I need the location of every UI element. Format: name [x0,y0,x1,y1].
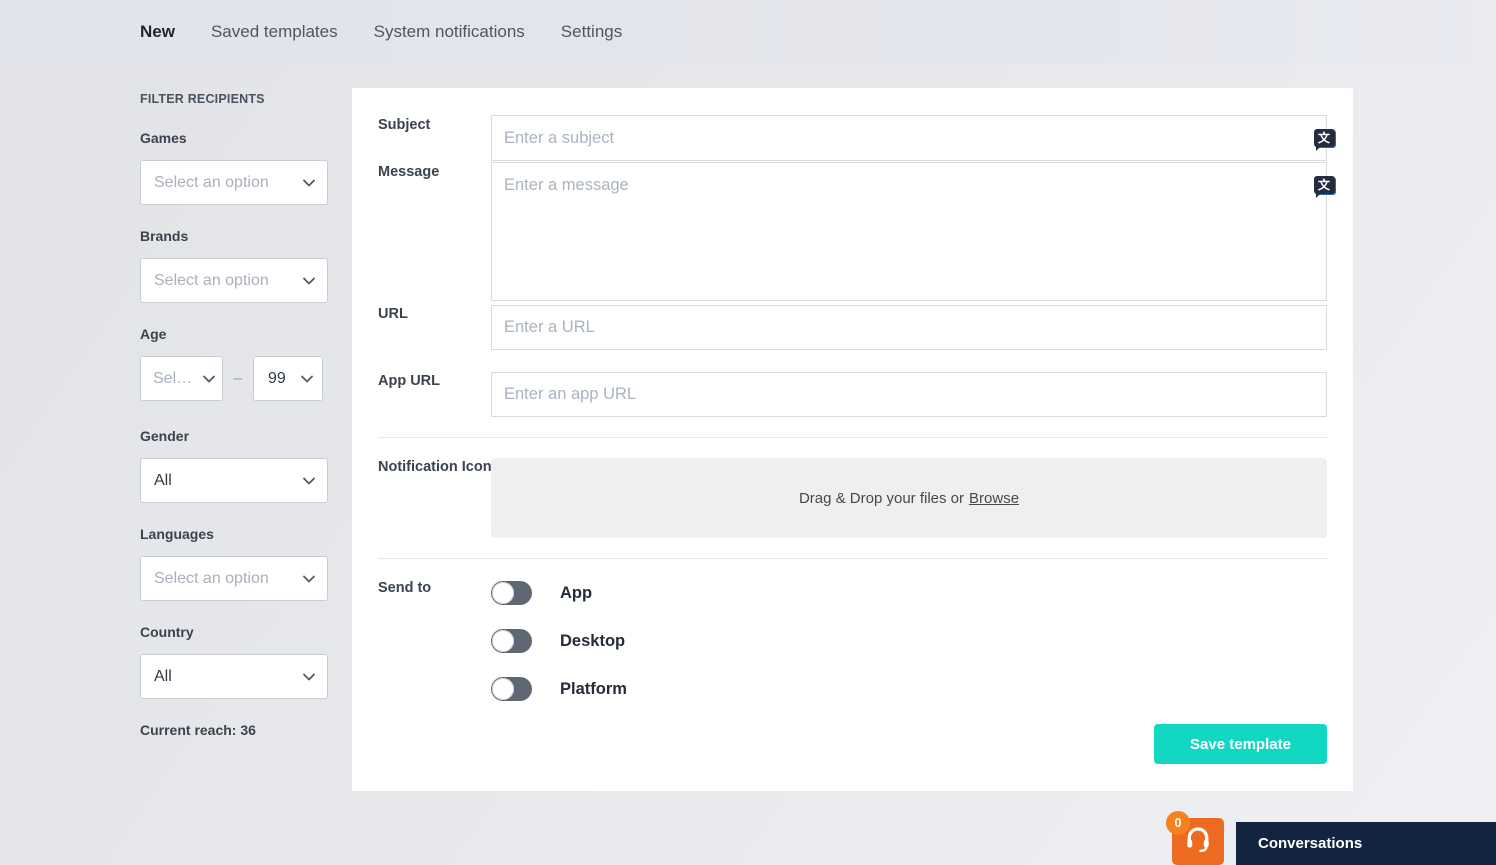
chevron-down-icon [302,572,316,586]
games-select-value: Select an option [154,174,269,192]
country-select-value: All [154,668,172,686]
save-template-button[interactable]: Save template [1154,724,1327,764]
tab-new[interactable]: New [140,22,175,42]
section-divider [378,558,1328,559]
chevron-down-icon [300,372,314,386]
age-min-value: Select an option [153,370,200,388]
age-filter: Age Select an option – 99 [140,326,328,401]
desktop-toggle[interactable] [491,629,532,653]
desktop-toggle-label: Desktop [560,632,625,651]
app-url-label: App URL [378,373,440,389]
languages-filter: Languages Select an option [140,526,328,601]
top-nav: New Saved templates System notifications… [0,0,1496,63]
games-filter: Games Select an option [140,130,328,205]
brands-label: Brands [140,228,328,244]
subject-label: Subject [378,117,430,133]
conversations-label: Conversations [1258,835,1362,852]
brands-select-value: Select an option [154,272,269,290]
age-label: Age [140,326,328,342]
chevron-down-icon [202,372,216,386]
current-reach: Current reach: 36 [140,722,328,738]
gender-select-value: All [154,472,172,490]
gender-filter: Gender All [140,428,328,503]
country-label: Country [140,624,328,640]
send-to-desktop-row: Desktop [491,629,625,653]
age-min-select[interactable]: Select an option [140,356,223,401]
gender-label: Gender [140,428,328,444]
languages-select[interactable]: Select an option [140,556,328,601]
filter-sidebar: FILTER RECIPIENTS Games Select an option… [140,92,328,738]
country-select[interactable]: All [140,654,328,699]
languages-select-value: Select an option [154,570,269,588]
message-label: Message [378,164,439,180]
translate-icon[interactable]: 文 [1312,126,1336,150]
filter-title: FILTER RECIPIENTS [140,92,328,106]
platform-toggle-label: Platform [560,680,627,699]
age-max-select[interactable]: 99 [253,356,323,401]
country-filter: Country All [140,624,328,699]
message-input[interactable] [491,162,1327,301]
tab-system-notifications[interactable]: System notifications [374,22,525,42]
languages-label: Languages [140,526,328,542]
brands-filter: Brands Select an option [140,228,328,303]
chevron-down-icon [302,670,316,684]
translate-icon[interactable]: 文 [1312,173,1336,197]
chevron-down-icon [302,176,316,190]
url-input[interactable] [491,305,1327,350]
browse-link[interactable]: Browse [969,490,1019,507]
age-range-separator: – [223,370,253,388]
gender-select[interactable]: All [140,458,328,503]
new-template-form: Subject 文 Message 文 URL App URL Notifica… [352,88,1353,791]
notification-icon-label: Notification Icon [378,459,492,475]
games-select[interactable]: Select an option [140,160,328,205]
dropzone-text: Drag & Drop your files or [799,490,964,507]
chevron-down-icon [302,474,316,488]
games-label: Games [140,130,328,146]
url-label: URL [378,306,408,322]
notification-icon-dropzone[interactable]: Drag & Drop your files or Browse [491,458,1327,538]
app-toggle-label: App [560,584,592,603]
tab-saved-templates[interactable]: Saved templates [211,22,338,42]
send-to-app-row: App [491,581,592,605]
section-divider [378,437,1328,438]
chevron-down-icon [302,274,316,288]
app-toggle[interactable] [491,581,532,605]
tab-settings[interactable]: Settings [561,22,622,42]
app-url-input[interactable] [491,372,1327,417]
brands-select[interactable]: Select an option [140,258,328,303]
platform-toggle[interactable] [491,677,532,701]
send-to-label: Send to [378,580,431,596]
unread-count-badge: 0 [1166,811,1190,835]
send-to-platform-row: Platform [491,677,627,701]
age-max-value: 99 [268,370,286,388]
conversations-bar[interactable]: Conversations [1236,822,1496,865]
subject-input[interactable] [491,115,1327,161]
